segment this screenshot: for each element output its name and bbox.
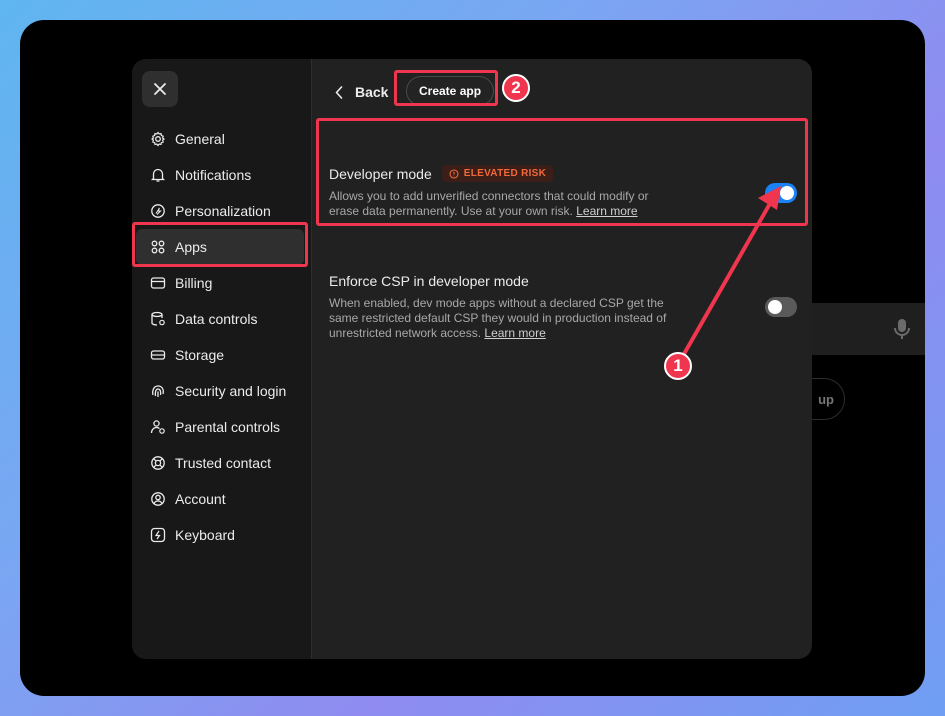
step-2-label: 2 (511, 78, 521, 97)
app-window: up General Notifications Personalization… (20, 20, 925, 696)
settings-sidebar: General Notifications Personalization Ap… (132, 59, 312, 659)
settings-nav: General Notifications Personalization Ap… (132, 121, 312, 553)
step-1-badge: 1 (664, 352, 692, 380)
sidebar-item-label: Personalization (175, 203, 271, 219)
developer-mode-setting: Developer mode ELEVATED RISK Allows you … (329, 165, 799, 219)
sidebar-item-security-and-login[interactable]: Security and login (132, 373, 312, 409)
sidebar-item-label: Parental controls (175, 419, 281, 435)
sidebar-item-label: Billing (175, 275, 213, 291)
enforce-csp-learn-more-link[interactable]: Learn more (484, 326, 545, 340)
developer-mode-title: Developer mode (329, 165, 432, 182)
sidebar-item-account[interactable]: Account (132, 481, 312, 517)
microphone-icon (894, 319, 910, 339)
sidebar-item-parental-controls[interactable]: Parental controls (132, 409, 312, 445)
warning-circle-icon (449, 168, 459, 179)
sidebar-item-notifications[interactable]: Notifications (132, 157, 312, 193)
sidebar-item-label: Trusted contact (175, 455, 271, 471)
sidebar-item-storage[interactable]: Storage (132, 337, 312, 373)
enforce-csp-title: Enforce CSP in developer mode (329, 273, 529, 289)
fingerprint-icon (152, 385, 164, 397)
sidebar-item-keyboard[interactable]: Keyboard (132, 517, 312, 553)
storage-icon (150, 350, 166, 360)
sidebar-item-label: Account (175, 491, 226, 507)
enforce-csp-description: When enabled, dev mode apps without a de… (329, 296, 679, 341)
chevron-left-icon (335, 85, 343, 99)
lifebuoy-icon (151, 456, 165, 470)
sidebar-item-label: Data controls (175, 311, 258, 327)
sidebar-item-personalization[interactable]: Personalization (132, 193, 312, 229)
background-pill-label: up (818, 391, 834, 407)
developer-mode-learn-more-link[interactable]: Learn more (576, 204, 637, 218)
sidebar-item-trusted-contact[interactable]: Trusted contact (132, 445, 312, 481)
sidebar-item-label: Keyboard (175, 527, 235, 543)
sidebar-item-label: General (175, 131, 225, 147)
card-icon (150, 277, 166, 289)
data-controls-icon (151, 311, 165, 326)
create-app-label: Create app (419, 84, 482, 98)
sidebar-item-label: Storage (175, 347, 225, 363)
sidebar-item-label: Apps (175, 239, 207, 255)
sidebar-item-general[interactable]: General (132, 121, 312, 157)
sidebar-item-data-controls[interactable]: Data controls (132, 301, 312, 337)
risk-label: ELEVATED RISK (463, 168, 547, 179)
sidebar-item-label: Notifications (175, 167, 252, 183)
developer-mode-toggle[interactable] (765, 183, 797, 203)
sidebar-item-apps[interactable]: Apps (136, 229, 304, 265)
bell-icon (150, 168, 166, 182)
enforce-csp-setting: Enforce CSP in developer mode When enabl… (329, 273, 799, 341)
step-1-label: 1 (673, 356, 683, 375)
apps-grid-icon (151, 240, 165, 254)
parental-icon (150, 420, 165, 434)
sidebar-item-label: Security and login (175, 383, 287, 399)
settings-content: Back Create app Developer mode ELEVATED … (313, 59, 812, 659)
personalization-icon (151, 204, 165, 218)
back-button[interactable]: Back (335, 79, 388, 105)
keyboard-icon (150, 527, 166, 543)
create-app-button[interactable]: Create app (406, 76, 495, 106)
back-label: Back (355, 84, 389, 100)
close-icon (154, 83, 166, 95)
sidebar-item-billing[interactable]: Billing (132, 265, 312, 301)
enforce-csp-toggle[interactable] (765, 297, 797, 317)
developer-mode-description: Allows you to add unverified connectors … (329, 189, 679, 219)
gear-icon (151, 131, 165, 147)
step-2-badge: 2 (502, 74, 530, 102)
elevated-risk-badge: ELEVATED RISK (441, 165, 554, 182)
account-icon (151, 492, 165, 506)
settings-modal: General Notifications Personalization Ap… (132, 59, 812, 659)
close-button[interactable] (142, 71, 178, 107)
